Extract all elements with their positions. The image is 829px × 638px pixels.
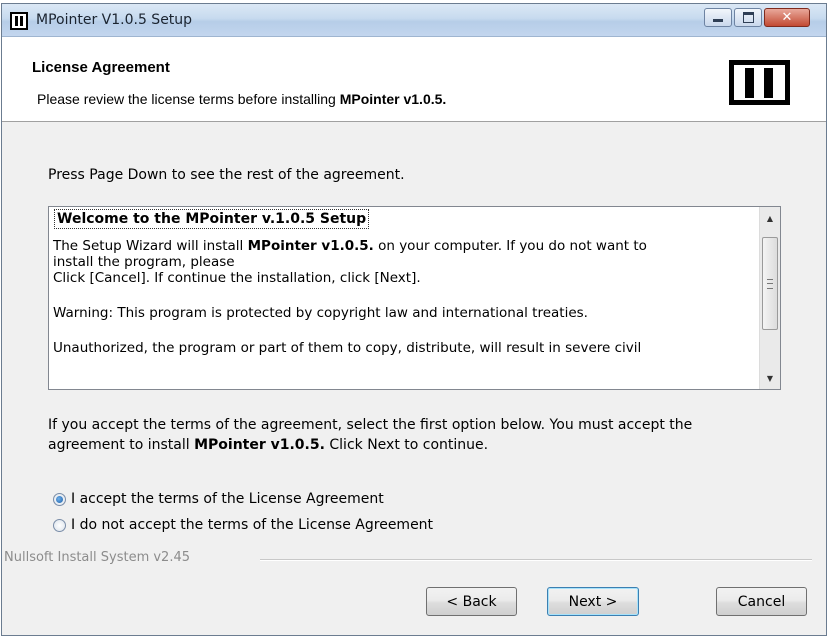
window-title: MPointer V1.0.5 Setup [36, 12, 193, 28]
minimize-button[interactable] [704, 8, 732, 27]
maximize-icon [742, 12, 754, 23]
license-scrollbar[interactable]: ▲ ▼ [759, 207, 780, 389]
license-line: Click [Cancel]. If continue the installa… [53, 270, 421, 286]
accept-line: agreement to install MPointer v1.0.5. Cl… [48, 437, 489, 453]
scroll-thumb[interactable] [762, 237, 778, 330]
decline-option[interactable]: I do not accept the terms of the License… [53, 517, 433, 533]
scroll-down-icon[interactable]: ▼ [760, 369, 780, 387]
license-line: install the program, please [53, 254, 235, 270]
license-title: Welcome to the MPointer v.1.0.5 Setup [54, 209, 370, 229]
app-logo [729, 60, 790, 105]
maximize-button[interactable] [734, 8, 762, 27]
license-textbox[interactable]: Welcome to the MPointer v.1.0.5 Setup Th… [48, 206, 781, 390]
cancel-button[interactable]: Cancel [716, 587, 807, 616]
license-line: The Setup Wizard will install MPointer v… [53, 238, 647, 254]
page-title: License Agreement [32, 59, 170, 76]
decline-radio[interactable] [53, 518, 66, 532]
close-button[interactable]: ✕ [764, 8, 810, 27]
accept-radio[interactable] [53, 492, 66, 506]
scroll-up-icon[interactable]: ▲ [760, 209, 780, 227]
accept-instructions: If you accept the terms of the agreement… [48, 415, 808, 455]
installer-window: MPointer V1.0.5 Setup ✕ License Agreemen… [1, 3, 827, 636]
decline-radio-label[interactable]: I do not accept the terms of the License… [71, 517, 433, 533]
license-line: Unauthorized, the program or part of the… [53, 340, 642, 356]
accept-option[interactable]: I accept the terms of the License Agreem… [53, 491, 384, 507]
footer-divider [260, 559, 812, 561]
minimize-icon [713, 19, 723, 22]
close-icon: ✕ [781, 10, 793, 25]
next-button[interactable]: Next > [547, 587, 639, 616]
subtitle-product: MPointer v1.0.5. [339, 91, 447, 107]
accept-line: If you accept the terms of the agreement… [48, 417, 693, 433]
page-subtitle: Please review the license terms before i… [37, 91, 446, 107]
title-bar[interactable]: MPointer V1.0.5 Setup ✕ [2, 4, 826, 37]
back-button[interactable]: < Back [426, 587, 517, 616]
license-line: Warning: This program is protected by co… [53, 305, 588, 321]
installer-branding: Nullsoft Install System v2.45 [4, 550, 191, 565]
subtitle-text: Please review the license terms before i… [37, 91, 336, 107]
instructions-text: Press Page Down to see the rest of the a… [48, 167, 405, 183]
page-header: License Agreement Please review the lice… [2, 37, 826, 122]
accept-radio-label[interactable]: I accept the terms of the License Agreem… [71, 491, 384, 507]
app-icon [10, 12, 28, 30]
